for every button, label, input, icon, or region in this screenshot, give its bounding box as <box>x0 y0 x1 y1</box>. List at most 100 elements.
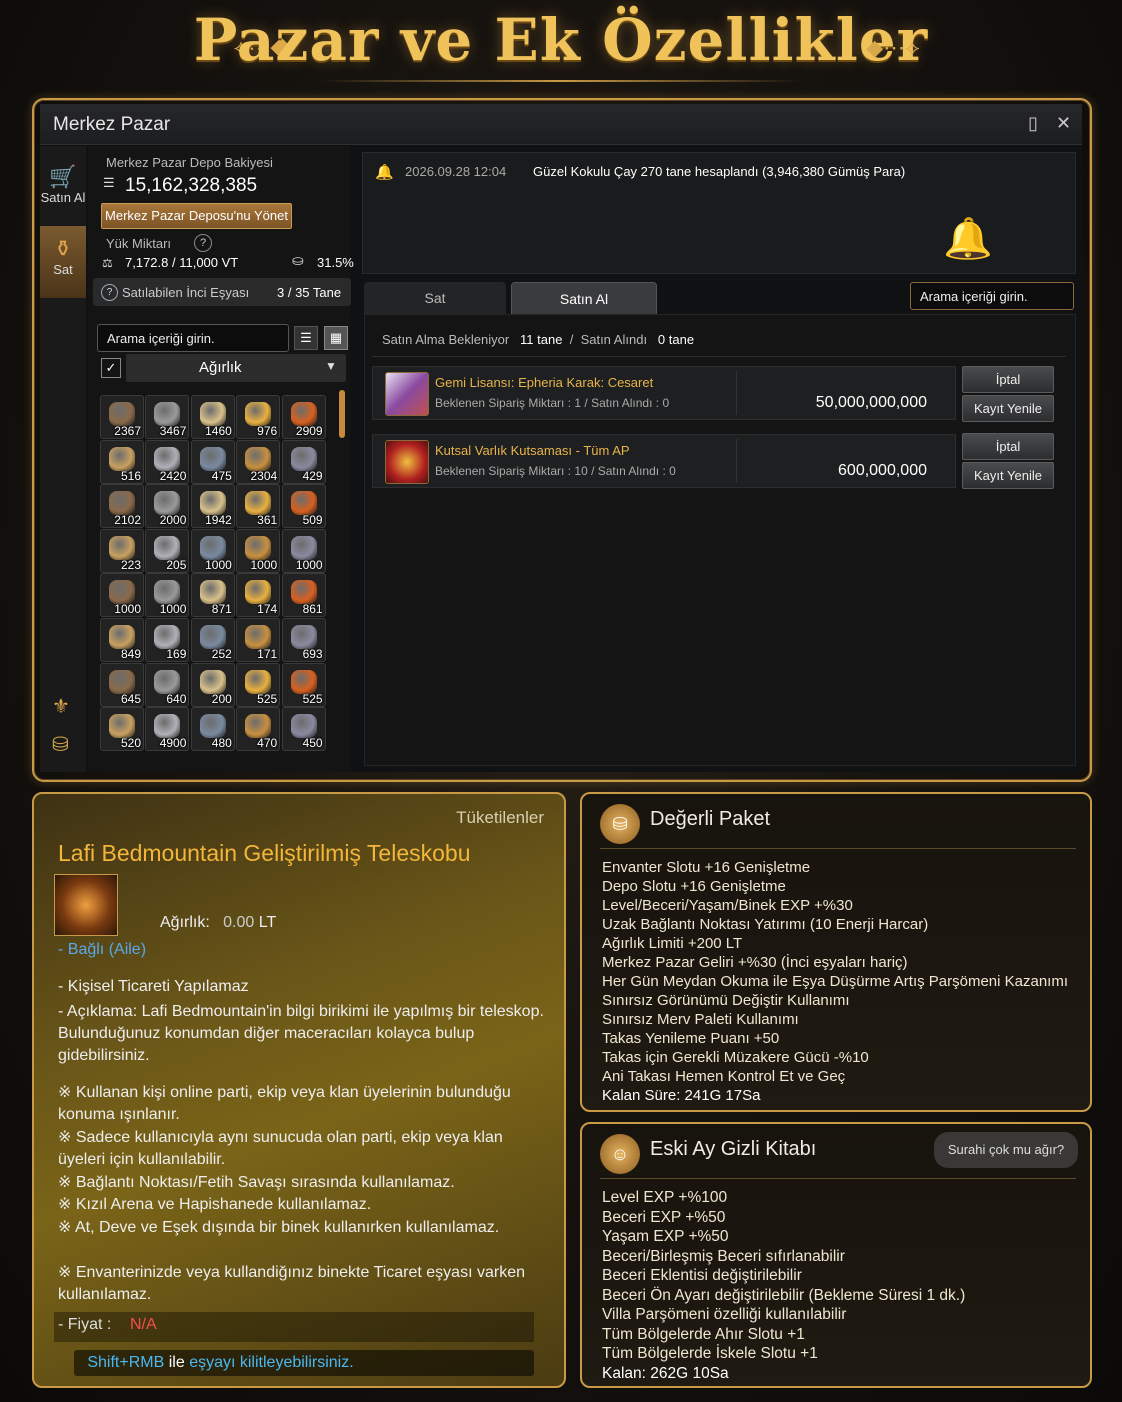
inventory-slot[interactable]: 525 <box>236 662 281 707</box>
banner-divider <box>320 80 802 82</box>
item-icon <box>154 491 181 516</box>
slot-count: 640 <box>166 691 187 706</box>
cancel-button[interactable]: İptal <box>962 433 1054 460</box>
inventory-slot[interactable]: 2000 <box>145 484 190 529</box>
inventory-slot[interactable]: 525 <box>281 662 326 707</box>
inventory-slot[interactable]: 2420 <box>145 439 190 484</box>
item-icon <box>245 714 272 739</box>
inventory-slot[interactable]: 976 <box>236 395 281 439</box>
inventory-slot[interactable]: 480 <box>190 707 235 752</box>
moneybag-icon: ⚱ <box>53 236 73 261</box>
secret-book-panel: ☺ Eski Ay Gizli Kitabı Surahi çok mu ağı… <box>580 1122 1092 1388</box>
inventory-slot[interactable]: 4900 <box>145 707 190 752</box>
package-list: Envanter Slotu +16 Genişletme Depo Slotu… <box>602 858 1068 1105</box>
package-item: Ağırlık Limiti +200 LT <box>602 935 743 952</box>
tab-sell[interactable]: Sat <box>364 282 506 314</box>
inventory-slot[interactable]: 200 <box>190 662 235 707</box>
inventory-slot[interactable]: 1000 <box>145 573 190 618</box>
bought-label: Satın Alındı <box>580 332 648 347</box>
order-name: Kutsal Varlık Kutsaması - Tüm AP <box>435 443 630 458</box>
inventory-slot[interactable]: 2367 <box>100 395 144 439</box>
sort-dropdown[interactable]: Ağırlık ▼ <box>126 354 346 382</box>
grid-view-icon[interactable]: ▦ <box>324 326 348 350</box>
inventory-slot[interactable]: 169 <box>145 618 190 662</box>
inventory-slot[interactable]: 3467 <box>145 395 190 439</box>
inventory-slot[interactable]: 1460 <box>190 395 235 439</box>
inventory-slot[interactable]: 1942 <box>190 484 235 529</box>
inventory-slot[interactable]: 450 <box>281 707 326 752</box>
close-icon[interactable]: ✕ <box>1056 113 1071 134</box>
inventory-slot[interactable]: 2304 <box>236 439 281 484</box>
list-view-icon[interactable]: ☰ <box>294 326 318 350</box>
select-all-checkbox[interactable]: ✓ <box>101 358 121 378</box>
inventory-slot[interactable]: 2102 <box>100 484 144 529</box>
value-package-panel: ⛁ Değerli Paket Envanter Slotu +16 Geniş… <box>580 792 1092 1112</box>
package-item: Takas Yenileme Puanı +50 <box>602 1030 780 1047</box>
grid-scrollbar[interactable] <box>339 390 345 438</box>
inventory-slot[interactable]: 693 <box>281 618 326 662</box>
chevron-down-icon: ▼ <box>325 359 337 373</box>
inventory-slot[interactable]: 470 <box>236 707 281 752</box>
summary-separator: / <box>569 332 574 347</box>
order-row[interactable]: Kutsal Varlık Kutsaması - Tüm AP Beklene… <box>372 434 956 488</box>
speech-bubble: Surahi çok mu ağır? <box>934 1132 1078 1168</box>
item-icon <box>199 669 226 694</box>
inventory-slot[interactable]: 223 <box>100 528 144 573</box>
cancel-button[interactable]: İptal <box>962 366 1054 393</box>
deposit-label: Merkez Pazar Depo Bakiyesi <box>106 155 273 170</box>
renew-button[interactable]: Kayıt Yenile <box>962 462 1054 489</box>
bell-icon: 🔔 <box>375 164 394 181</box>
inventory-slot[interactable]: 516 <box>100 439 144 484</box>
order-search-input[interactable]: Arama içeriği girin. <box>910 282 1074 310</box>
item-icon <box>245 491 272 516</box>
help-icon[interactable]: ? <box>194 234 212 252</box>
package-remaining: Kalan Süre: 241G 17Sa <box>602 1087 761 1104</box>
inventory-slot[interactable]: 2909 <box>281 395 326 439</box>
deposit-value: 15,162,328,385 <box>125 175 258 196</box>
package-item: Ani Takası Hemen Kontrol Et ve Geç <box>602 1068 846 1085</box>
book-icon: ☺ <box>600 1134 640 1174</box>
manage-deposit-button[interactable]: Merkez Pazar Deposu'nu Yönet <box>101 203 292 229</box>
inventory-slot[interactable]: 509 <box>281 484 326 529</box>
book-divider <box>600 1178 1076 1179</box>
tab-buy[interactable]: Satın Al <box>511 282 657 315</box>
book-item: Beceri/Birleşmiş Beceri sıfırlanabilir <box>602 1247 845 1265</box>
order-price: 50,000,000,000 <box>815 394 927 411</box>
sidebar-buy-button[interactable]: 🛒 Satın Al <box>40 154 86 226</box>
inventory-slot[interactable]: 1000 <box>281 528 326 573</box>
weight-icon: ⚖ <box>102 256 113 270</box>
search-input[interactable]: Arama içeriği girin. <box>97 324 289 352</box>
inventory-slot[interactable]: 640 <box>145 662 190 707</box>
inventory-slot[interactable]: 252 <box>190 618 235 662</box>
inventory-slot[interactable]: 475 <box>190 439 235 484</box>
inventory-slot[interactable]: 1000 <box>236 528 281 573</box>
inventory-slot[interactable]: 171 <box>236 618 281 662</box>
inventory-slot[interactable]: 645 <box>100 662 144 707</box>
package-item: Her Gün Meydan Okuma ile Eşya Düşürme Ar… <box>602 973 1069 990</box>
book-item: Beceri EXP +%50 <box>602 1208 726 1226</box>
tree-icon[interactable]: ⚜ <box>52 694 70 719</box>
item-icon <box>154 402 181 426</box>
inventory-slot[interactable]: 1000 <box>190 528 235 573</box>
inventory-slot[interactable]: 361 <box>236 484 281 529</box>
order-row[interactable]: Gemi Lisansı: Epheria Karak: Cesaret Bek… <box>372 366 956 420</box>
inventory-slot[interactable]: 174 <box>236 573 281 618</box>
bought-count: 0 <box>657 332 666 347</box>
inventory-slot[interactable]: 429 <box>281 439 326 484</box>
inventory-slot[interactable]: 520 <box>100 707 144 752</box>
slot-count: 200 <box>211 691 232 706</box>
slot-count: 169 <box>166 647 187 661</box>
inventory-slot[interactable]: 849 <box>100 618 144 662</box>
sidebar-sell-button[interactable]: ⚱ Sat <box>40 226 86 298</box>
banner-title: Pazar ve Ek Özellikler <box>193 6 929 74</box>
tooltip-category: Tüketilenler <box>456 808 544 827</box>
item-icon <box>290 669 317 694</box>
renew-button[interactable]: Kayıt Yenile <box>962 395 1054 422</box>
inventory-slot[interactable]: 1000 <box>100 573 144 618</box>
bag-icon[interactable]: ⛁ <box>52 732 69 757</box>
inventory-slot[interactable]: 871 <box>190 573 235 618</box>
inventory-slot[interactable]: 205 <box>145 528 190 573</box>
order-divider <box>736 439 737 483</box>
mobile-icon[interactable]: ▯ <box>1028 113 1038 134</box>
inventory-slot[interactable]: 861 <box>281 573 326 618</box>
